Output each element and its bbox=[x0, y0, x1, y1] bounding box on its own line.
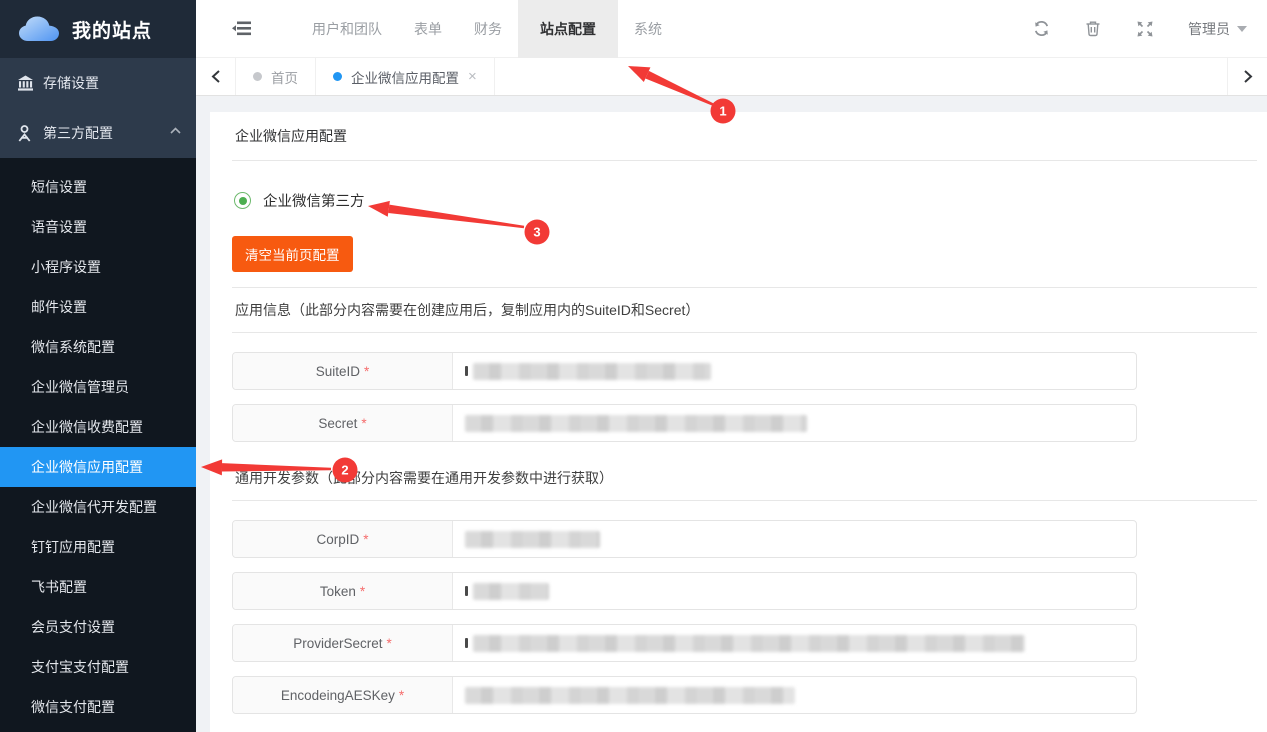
field-label: SuiteID* bbox=[233, 353, 453, 389]
sidebar-item[interactable]: 微信支付配置 bbox=[0, 687, 196, 727]
field-label: EncodeingAESKey* bbox=[233, 677, 453, 713]
section-rows: SuiteID* Secret* bbox=[210, 333, 1267, 442]
section-rows: CorpID* Token* ProviderSecret* EncodeingAES… bbox=[210, 501, 1267, 714]
admin-dropdown[interactable]: 管理员 bbox=[1188, 19, 1247, 39]
masked-value bbox=[465, 415, 807, 432]
sidebar-item[interactable]: 钉钉应用配置 bbox=[0, 527, 196, 567]
form-row-providersecret: ProviderSecret* bbox=[232, 624, 1137, 662]
section-heading: 应用信息（此部分内容需要在创建应用后，复制应用内的SuiteID和Secret） bbox=[210, 288, 1267, 332]
sidebar-item[interactable]: 微信系统配置 bbox=[0, 327, 196, 367]
field-input-suiteid[interactable] bbox=[453, 353, 1136, 389]
sidebar-item[interactable]: 飞书配置 bbox=[0, 567, 196, 607]
field-input-providersecret[interactable] bbox=[453, 625, 1136, 661]
form-sections: 应用信息（此部分内容需要在创建应用后，复制应用内的SuiteID和Secret）… bbox=[210, 288, 1267, 714]
section-heading: 通用开发参数（此部分内容需要在通用开发参数中进行获取） bbox=[210, 456, 1267, 500]
form-row-token: Token* bbox=[232, 572, 1137, 610]
chevron-up-icon bbox=[170, 127, 182, 139]
bank-icon bbox=[17, 75, 34, 92]
page-tabbar: 首页 企业微信应用配置 × bbox=[196, 58, 1267, 96]
tabs-scroll-left-icon[interactable] bbox=[196, 58, 236, 95]
top-header: 用户和团队表单财务站点配置系统 bbox=[196, 0, 1267, 58]
sidebar-item[interactable]: 短信设置 bbox=[0, 167, 196, 207]
form-row-corpid: CorpID* bbox=[232, 520, 1137, 558]
sidebar-section-label: 第三方配置 bbox=[43, 123, 170, 143]
nav-item[interactable]: 表单 bbox=[398, 0, 458, 58]
sidebar-parent-menu: 存储设置第三方配置 bbox=[0, 58, 196, 158]
sidebar-item[interactable]: 企业微信管理员 bbox=[0, 367, 196, 407]
field-label: ProviderSecret* bbox=[233, 625, 453, 661]
form-row-encodeingaeskey: EncodeingAESKey* bbox=[232, 676, 1137, 714]
sidebar: 我的站点 存储设置第三方配置 短信设置语音设置小程序设置邮件设置微信系统配置企业… bbox=[0, 0, 196, 732]
divider bbox=[232, 160, 1257, 161]
main-content-card: 企业微信应用配置 企业微信第三方 清空当前页配置 应用信息（此部分内容需要在创建… bbox=[210, 112, 1267, 732]
field-input-corpid[interactable] bbox=[453, 521, 1136, 557]
tabs-scroll-right-icon[interactable] bbox=[1227, 58, 1267, 95]
sidebar-item[interactable]: 企业微信应用配置 bbox=[0, 447, 196, 487]
field-input-token[interactable] bbox=[453, 573, 1136, 609]
clear-config-button[interactable]: 清空当前页配置 bbox=[232, 236, 353, 272]
header-actions: 管理员 bbox=[1032, 0, 1267, 58]
brand-header: 我的站点 bbox=[0, 0, 196, 58]
fullscreen-icon[interactable] bbox=[1136, 20, 1154, 38]
tabs-container: 首页 企业微信应用配置 × bbox=[236, 58, 495, 95]
tab-label: 首页 bbox=[271, 67, 298, 87]
masked-value bbox=[473, 635, 1025, 652]
radio-icon bbox=[234, 192, 251, 209]
field-label: Token* bbox=[233, 573, 453, 609]
redaction-tick bbox=[465, 366, 468, 376]
masked-value bbox=[473, 583, 549, 600]
page-tab[interactable]: 首页 bbox=[236, 58, 316, 95]
radio-enterprise-wechat-third-party[interactable]: 企业微信第三方 bbox=[234, 190, 1267, 211]
nav-item[interactable]: 财务 bbox=[458, 0, 518, 58]
redaction-tick bbox=[465, 638, 468, 648]
sidebar-item[interactable]: 语音设置 bbox=[0, 207, 196, 247]
field-label: CorpID* bbox=[233, 521, 453, 557]
masked-value bbox=[465, 531, 600, 548]
refresh-icon[interactable] bbox=[1032, 20, 1050, 38]
sidebar-section-1[interactable]: 第三方配置 bbox=[0, 108, 196, 158]
top-nav: 用户和团队表单财务站点配置系统 bbox=[296, 0, 678, 58]
sidebar-section-label: 存储设置 bbox=[43, 73, 182, 93]
sidebar-item[interactable]: 邮件设置 bbox=[0, 287, 196, 327]
brand-title: 我的站点 bbox=[72, 16, 152, 43]
radio-label: 企业微信第三方 bbox=[263, 190, 365, 211]
nav-item[interactable]: 用户和团队 bbox=[296, 0, 398, 58]
sidebar-submenu: 短信设置语音设置小程序设置邮件设置微信系统配置企业微信管理员企业微信收费配置企业… bbox=[0, 158, 196, 732]
trash-icon[interactable] bbox=[1084, 20, 1102, 38]
redaction-tick bbox=[465, 586, 468, 596]
form-row-suiteid: SuiteID* bbox=[232, 352, 1137, 390]
field-label: Secret* bbox=[233, 405, 453, 441]
cloud-logo-icon bbox=[16, 12, 62, 46]
field-input-secret[interactable] bbox=[453, 405, 1136, 441]
page-title: 企业微信应用配置 bbox=[210, 112, 1267, 160]
sidebar-fold-icon[interactable] bbox=[230, 0, 252, 58]
field-input-encodeingaeskey[interactable] bbox=[453, 677, 1136, 713]
user-icon bbox=[17, 125, 34, 142]
nav-item[interactable]: 系统 bbox=[618, 0, 678, 58]
sidebar-section-0[interactable]: 存储设置 bbox=[0, 58, 196, 108]
chevron-down-icon bbox=[1237, 26, 1247, 32]
form-row-secret: Secret* bbox=[232, 404, 1137, 442]
sidebar-item[interactable]: 支付宝支付配置 bbox=[0, 647, 196, 687]
masked-value bbox=[465, 687, 795, 704]
app-window: 我的站点 存储设置第三方配置 短信设置语音设置小程序设置邮件设置微信系统配置企业… bbox=[0, 0, 1267, 732]
sidebar-item[interactable]: 会员支付设置 bbox=[0, 607, 196, 647]
masked-value bbox=[473, 363, 711, 380]
tab-dot-icon bbox=[333, 72, 342, 81]
tab-label: 企业微信应用配置 bbox=[351, 67, 459, 87]
sidebar-item[interactable]: 企业微信代开发配置 bbox=[0, 487, 196, 527]
admin-label: 管理员 bbox=[1188, 19, 1230, 39]
tab-dot-icon bbox=[253, 72, 262, 81]
sidebar-item[interactable]: 小程序设置 bbox=[0, 247, 196, 287]
sidebar-item[interactable]: 企业微信收费配置 bbox=[0, 407, 196, 447]
tab-close-icon[interactable]: × bbox=[468, 69, 477, 84]
page-tab[interactable]: 企业微信应用配置 × bbox=[316, 58, 495, 95]
nav-item[interactable]: 站点配置 bbox=[518, 0, 618, 58]
